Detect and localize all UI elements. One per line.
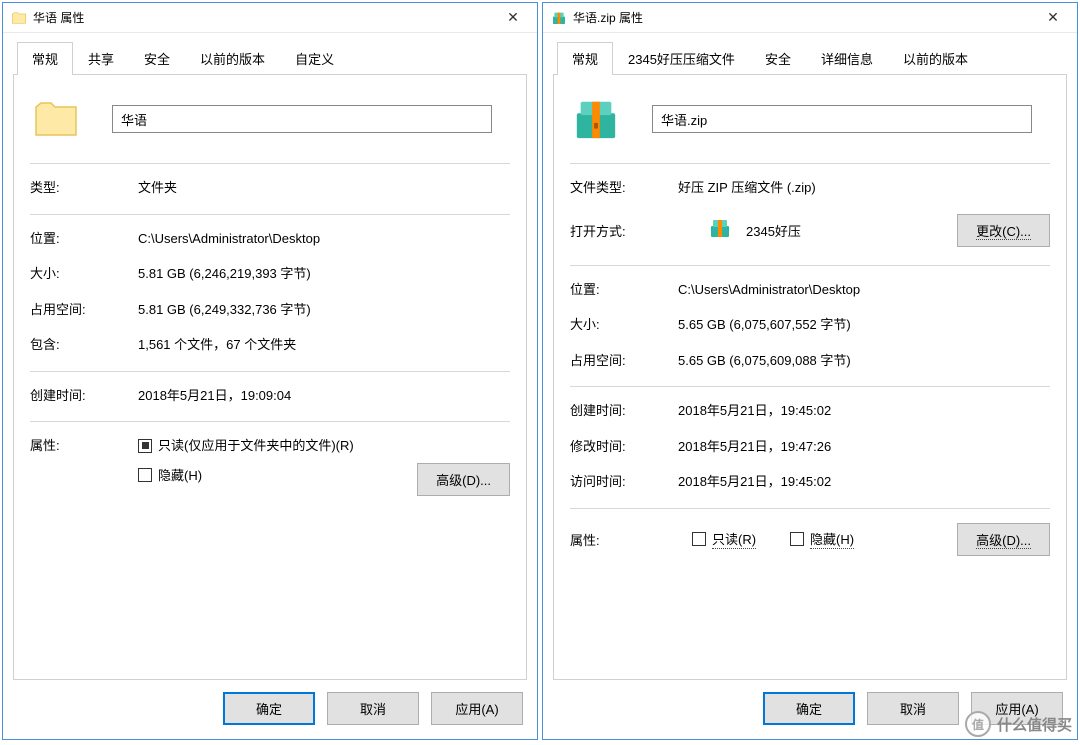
modified-value: 2018年5月21日，19:47:26	[678, 437, 1050, 457]
created-label: 创建时间:	[570, 401, 678, 421]
hidden-checkbox[interactable]: 隐藏(H)	[790, 529, 854, 549]
readonly-checkbox[interactable]: 只读(仅应用于文件夹中的文件)(R)	[138, 436, 510, 456]
tab-sharing[interactable]: 共享	[73, 42, 129, 75]
filetype-value: 好压 ZIP 压缩文件 (.zip)	[678, 178, 1050, 198]
general-panel: 类型:文件夹 位置:C:\Users\Administrator\Desktop…	[13, 75, 527, 680]
location-value: C:\Users\Administrator\Desktop	[678, 280, 1050, 300]
hidden-label: 隐藏(H)	[810, 529, 854, 549]
change-button[interactable]: 更改(C)...	[957, 214, 1050, 247]
readonly-label: 只读(仅应用于文件夹中的文件)(R)	[158, 436, 354, 456]
created-label: 创建时间:	[30, 386, 138, 406]
location-label: 位置:	[570, 280, 678, 300]
openwith-value: 2345好压	[746, 221, 801, 240]
sizeondisk-label: 占用空间:	[570, 351, 678, 371]
filename-input[interactable]	[112, 105, 492, 133]
ok-button[interactable]: 确定	[763, 692, 855, 725]
sizeondisk-value: 5.81 GB (6,249,332,736 字节)	[138, 300, 510, 320]
readonly-checkbox[interactable]: 只读(R)	[692, 529, 756, 549]
tab-customize[interactable]: 自定义	[280, 42, 349, 75]
zip-properties-dialog: 华语.zip 属性 ✕ 常规 2345好压压缩文件 安全 详细信息 以前的版本 …	[542, 2, 1078, 740]
advanced-button[interactable]: 高级(D)...	[417, 463, 510, 496]
tab-previous-versions[interactable]: 以前的版本	[888, 42, 983, 75]
titlebar: 华语.zip 属性 ✕	[543, 3, 1077, 33]
size-value: 5.65 GB (6,075,607,552 字节)	[678, 315, 1050, 335]
openwith-label: 打开方式:	[570, 221, 678, 240]
close-button[interactable]: ✕	[493, 5, 533, 31]
location-label: 位置:	[30, 229, 138, 249]
size-label: 大小:	[570, 315, 678, 335]
titlebar: 华语 属性 ✕	[3, 3, 537, 33]
apply-button[interactable]: 应用(A)	[431, 692, 523, 725]
cancel-button[interactable]: 取消	[867, 692, 959, 725]
tab-strip: 常规 2345好压压缩文件 安全 详细信息 以前的版本	[553, 41, 1067, 75]
tab-general[interactable]: 常规	[17, 42, 73, 75]
tab-details[interactable]: 详细信息	[806, 42, 888, 75]
tab-security[interactable]: 安全	[750, 42, 806, 75]
created-value: 2018年5月21日，19:45:02	[678, 401, 1050, 421]
general-panel: 文件类型:好压 ZIP 压缩文件 (.zip) 打开方式: 2345好压 更改(…	[553, 75, 1067, 680]
contains-value: 1,561 个文件，67 个文件夹	[138, 335, 510, 355]
attributes-label: 属性:	[30, 436, 138, 495]
sizeondisk-label: 占用空间:	[30, 300, 138, 320]
dialog-footer: 确定 取消 应用(A)	[3, 680, 537, 739]
advanced-button[interactable]: 高级(D)...	[957, 523, 1050, 556]
tab-security[interactable]: 安全	[129, 42, 185, 75]
modified-label: 修改时间:	[570, 437, 678, 457]
window-title: 华语 属性	[33, 9, 493, 26]
filename-input[interactable]	[652, 105, 1032, 133]
app-icon	[708, 216, 736, 244]
folder-properties-dialog: 华语 属性 ✕ 常规 共享 安全 以前的版本 自定义 类型:文件夹 位置:C:\…	[2, 2, 538, 740]
window-title: 华语.zip 属性	[573, 9, 1033, 26]
created-value: 2018年5月21日，19:09:04	[138, 386, 510, 406]
ok-button[interactable]: 确定	[223, 692, 315, 725]
size-value: 5.81 GB (6,246,219,393 字节)	[138, 264, 510, 284]
location-value: C:\Users\Administrator\Desktop	[138, 229, 510, 249]
folder-icon	[11, 10, 27, 26]
cancel-button[interactable]: 取消	[327, 692, 419, 725]
type-value: 文件夹	[138, 178, 510, 198]
type-label: 类型:	[30, 178, 138, 198]
tab-haozip[interactable]: 2345好压压缩文件	[613, 42, 750, 75]
tab-general[interactable]: 常规	[557, 42, 613, 75]
watermark: 值 什么值得买	[965, 711, 1072, 737]
contains-label: 包含:	[30, 335, 138, 355]
attributes-label: 属性:	[570, 530, 678, 549]
watermark-icon: 值	[965, 711, 991, 737]
sizeondisk-value: 5.65 GB (6,075,609,088 字节)	[678, 351, 1050, 371]
hidden-label: 隐藏(H)	[158, 466, 202, 486]
accessed-value: 2018年5月21日，19:45:02	[678, 472, 1050, 492]
close-button[interactable]: ✕	[1033, 5, 1073, 31]
archive-icon	[551, 10, 567, 26]
folder-large-icon	[30, 93, 82, 145]
size-label: 大小:	[30, 264, 138, 284]
archive-large-icon	[570, 93, 622, 145]
filetype-label: 文件类型:	[570, 178, 678, 198]
tab-strip: 常规 共享 安全 以前的版本 自定义	[13, 41, 527, 75]
watermark-text: 什么值得买	[997, 714, 1072, 735]
readonly-label: 只读(R)	[712, 529, 756, 549]
tab-previous-versions[interactable]: 以前的版本	[185, 42, 280, 75]
accessed-label: 访问时间:	[570, 472, 678, 492]
